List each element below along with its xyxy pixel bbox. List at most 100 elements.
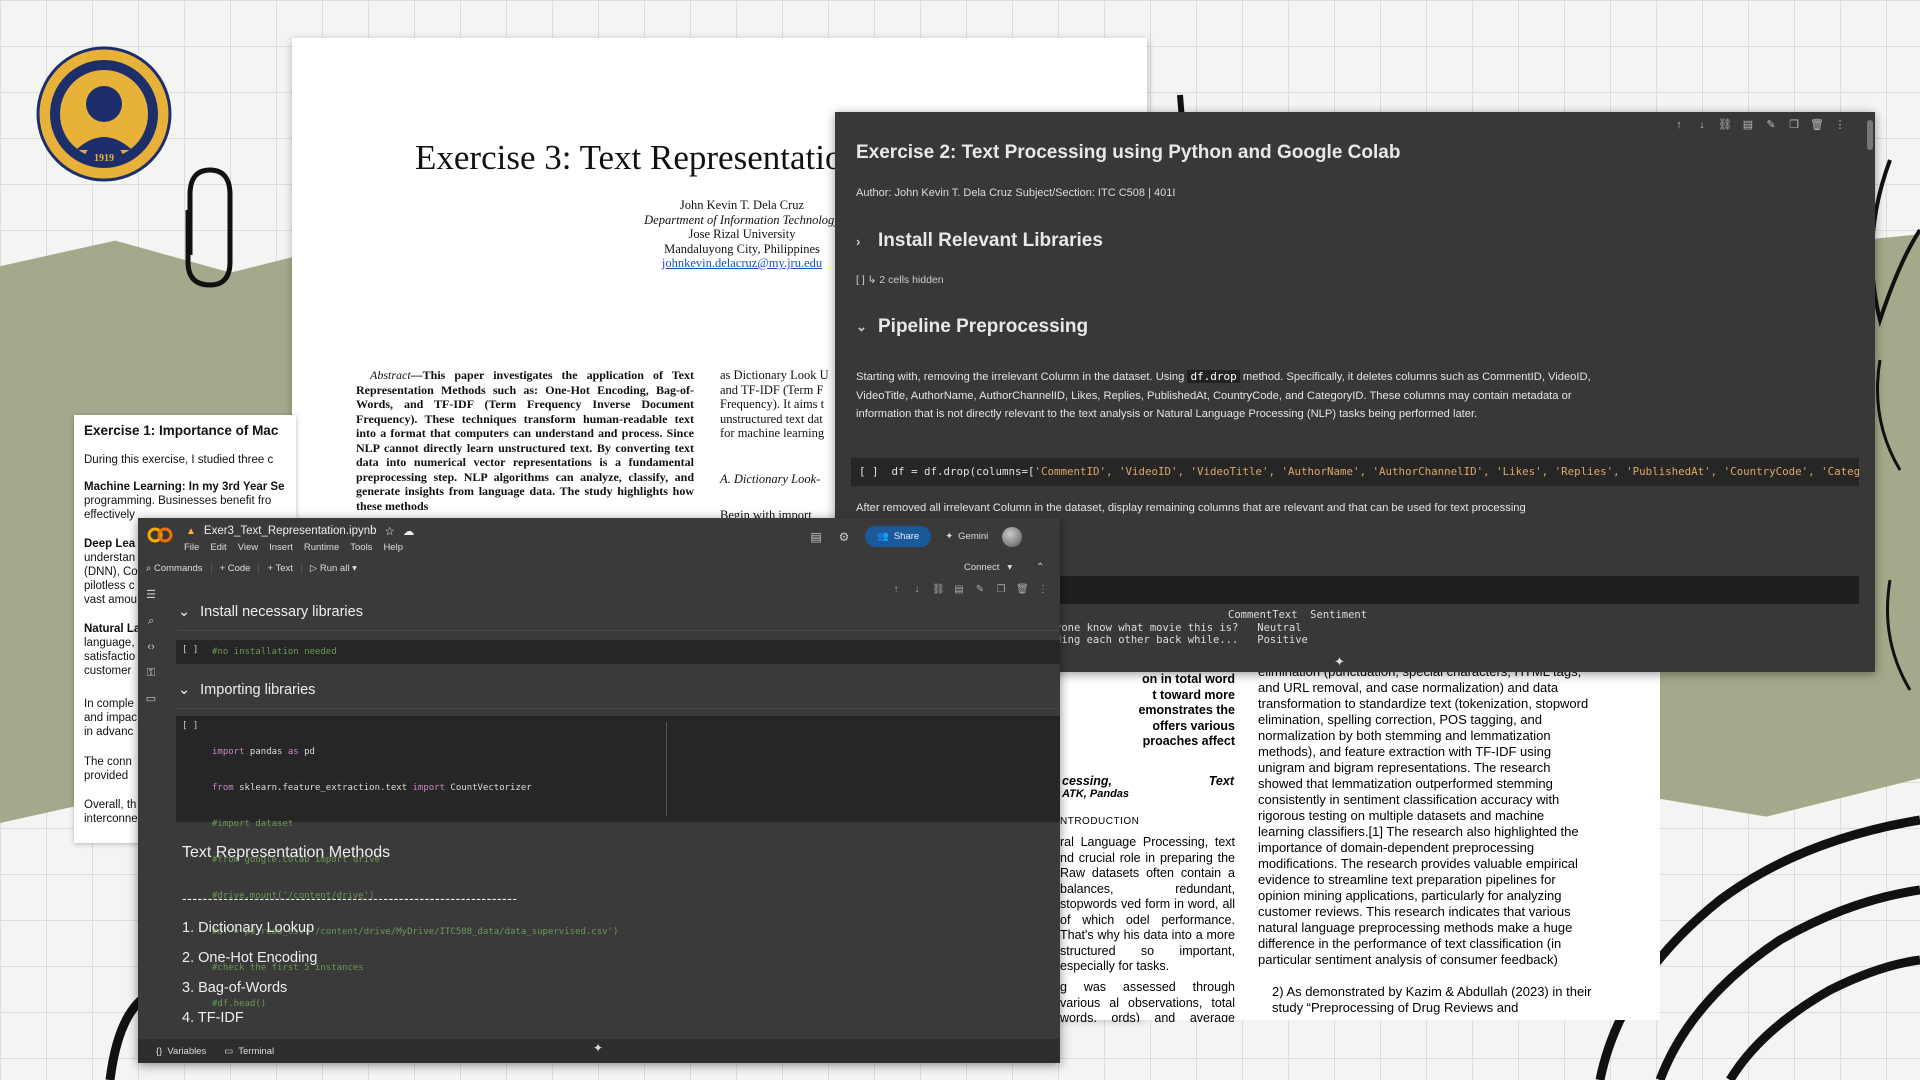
connect-button[interactable]: Connect ▾: [964, 562, 1012, 573]
section-pipeline-label: Pipeline Preprocessing: [878, 316, 1089, 337]
gemini-label: Gemini: [958, 531, 989, 542]
section-pipeline[interactable]: ⌄ Pipeline Preprocessing: [856, 316, 1088, 338]
paper-right-fragment: on in total word t toward more emonstrat…: [1060, 672, 1235, 750]
move-up-icon[interactable]: ↑: [890, 584, 902, 595]
code-cell-drop[interactable]: [ ] df = df.drop(columns=['CommentID', '…: [851, 458, 1859, 486]
header-actions: ▤ ⚙ 👥 Share ✦ Gemini: [809, 526, 1023, 547]
menu-insert[interactable]: Insert: [269, 542, 293, 553]
menu-help[interactable]: Help: [383, 542, 403, 553]
mirror-cell-icon[interactable]: ❐: [995, 584, 1007, 595]
gemini-sparkle-icon[interactable]: ✦: [1334, 654, 1345, 670]
code-cell-imports[interactable]: [ ] import pandas as pd from sklearn.fea…: [176, 716, 1060, 1009]
link-icon[interactable]: ⛓: [932, 584, 945, 595]
delete-icon[interactable]: 🗑: [1016, 584, 1029, 595]
gemini-sparkle-icon[interactable]: ✦: [593, 1041, 603, 1055]
comment-icon[interactable]: ▤: [953, 584, 965, 595]
menubar: File Edit View Insert Runtime Tools Help: [184, 542, 403, 553]
menu-tools[interactable]: Tools: [350, 542, 372, 553]
chevron-down-icon[interactable]: ⌄: [178, 604, 190, 620]
ex1-line: effectively: [84, 509, 135, 521]
files-folder-icon[interactable]: ▭: [144, 692, 158, 706]
comments-icon[interactable]: ▤: [809, 530, 823, 544]
move-down-icon[interactable]: ↓: [911, 584, 923, 595]
more-icon[interactable]: ⋮: [1037, 584, 1049, 595]
menu-file[interactable]: File: [184, 542, 199, 553]
move-up-icon[interactable]: ↑: [1672, 118, 1686, 132]
abstract-text: —This paper investigates the application…: [356, 368, 694, 513]
notebook-filename: ▲ Exer3_Text_Representation.ipynb ☆ ☁: [186, 524, 414, 538]
col2-line: and TF-IDF (Term F: [720, 382, 824, 397]
ex1-line: Overall, th: [84, 799, 137, 811]
run-cell-button[interactable]: [ ]: [859, 465, 879, 478]
section-label: Importing libraries: [200, 682, 316, 698]
variables-label: Variables: [167, 1045, 207, 1057]
section-importing-libraries[interactable]: ⌄ Importing libraries: [178, 682, 315, 698]
chevron-down-icon[interactable]: ▾: [1007, 562, 1012, 573]
paper-abstract: Abstract—This paper investigates the app…: [356, 368, 694, 513]
secrets-key-icon[interactable]: ⚿: [144, 666, 158, 680]
menu-runtime[interactable]: Runtime: [304, 542, 339, 553]
list-item: 1. Dictionary Lookup: [182, 920, 315, 936]
code-cell-install[interactable]: [ ] #no installation needed: [176, 640, 1060, 664]
ex1-line: customer: [84, 665, 132, 677]
frag-line: proaches affect: [1142, 734, 1235, 748]
chevron-down-icon[interactable]: ⌄: [178, 682, 190, 698]
chevron-right-icon[interactable]: ›: [856, 234, 866, 249]
menu-edit[interactable]: Edit: [210, 542, 226, 553]
section-install[interactable]: › Install Relevant Libraries: [856, 230, 1103, 252]
notebook-toolbar: ⌕ Commands + Code + Text ▷ Run all ▾: [138, 558, 1060, 578]
run-cell-button[interactable]: [ ]: [182, 644, 198, 656]
scrollbar[interactable]: [1867, 120, 1873, 150]
ex1-line: The conn: [84, 756, 132, 768]
list-item: 3. Bag-of-Words: [182, 980, 288, 996]
code-line: from sklearn.feature_extraction.text imp…: [212, 783, 532, 793]
star-icon[interactable]: ☆: [385, 524, 395, 538]
add-text-button[interactable]: + Text: [259, 562, 302, 574]
commands-button[interactable]: ⌕ Commands: [138, 562, 212, 574]
menu-view[interactable]: View: [238, 542, 258, 553]
avatar[interactable]: [1002, 526, 1023, 547]
run-cell-button[interactable]: [ ]: [182, 720, 198, 732]
list-item: 2. One-Hot Encoding: [182, 950, 318, 966]
keyword-note: ATK, Pandas: [1062, 788, 1130, 800]
toc-icon[interactable]: ☰: [144, 588, 158, 602]
terminal-button[interactable]: ▭ Terminal: [224, 1046, 274, 1057]
run-all-button[interactable]: ▷ Run all ▾: [302, 563, 365, 574]
ex1-line: programming. Businesses benefit fro: [84, 495, 272, 507]
delete-icon[interactable]: 🗑: [1810, 118, 1824, 132]
edit-icon[interactable]: ✎: [974, 584, 986, 595]
code-snippets-icon[interactable]: ‹›: [144, 640, 158, 654]
edit-icon[interactable]: ✎: [1764, 118, 1778, 132]
hidden-cells-indicator[interactable]: [ ] ↳ 2 cells hidden: [856, 274, 944, 286]
output-header: CommentText Sentiment: [1228, 609, 1368, 621]
cloud-icon[interactable]: ☁: [403, 524, 415, 538]
chevron-down-icon[interactable]: ⌄: [856, 319, 867, 335]
abstract-label: Abstract: [370, 368, 411, 382]
move-down-icon[interactable]: ↓: [1695, 118, 1709, 132]
variables-icon: {}: [156, 1045, 163, 1057]
comment-icon[interactable]: ▤: [1741, 118, 1755, 132]
frag-line: emonstrates the: [1138, 703, 1235, 717]
chevron-down-icon[interactable]: ▾: [352, 563, 357, 574]
run-all-label: ▷ Run all: [309, 562, 350, 574]
find-icon[interactable]: ⌕: [144, 614, 158, 628]
share-button[interactable]: 👥 Share: [865, 526, 932, 547]
link-icon[interactable]: ⛓: [1718, 118, 1732, 132]
seal-year: 1919: [94, 153, 114, 164]
cell-divider: [666, 722, 667, 816]
chevron-up-icon[interactable]: ⌃: [1036, 562, 1044, 573]
md-title: Text Representation Methods: [182, 844, 391, 861]
filename-text[interactable]: Exer3_Text_Representation.ipynb: [204, 525, 377, 537]
paper-col2-text: as Dictionary Look U and TF-IDF (Term F …: [720, 368, 850, 441]
frag-line: on in total word: [1141, 672, 1235, 686]
frag-line: offers various: [1152, 718, 1235, 733]
mirror-cell-icon[interactable]: ❐: [1787, 118, 1801, 132]
more-icon[interactable]: ⋮: [1833, 118, 1847, 132]
section-install-libraries[interactable]: ⌄ Install necessary libraries: [178, 604, 363, 620]
paper-section-heading: A. Dictionary Look-: [720, 472, 821, 486]
variables-button[interactable]: {} Variables: [156, 1046, 206, 1057]
settings-gear-icon[interactable]: ⚙: [837, 530, 851, 544]
gemini-button[interactable]: ✦ Gemini: [945, 531, 988, 542]
cell-toolbar: ↑ ↓ ⛓ ▤ ✎ ❐ 🗑 ⋮: [890, 584, 1049, 595]
add-code-button[interactable]: + Code: [212, 562, 260, 574]
